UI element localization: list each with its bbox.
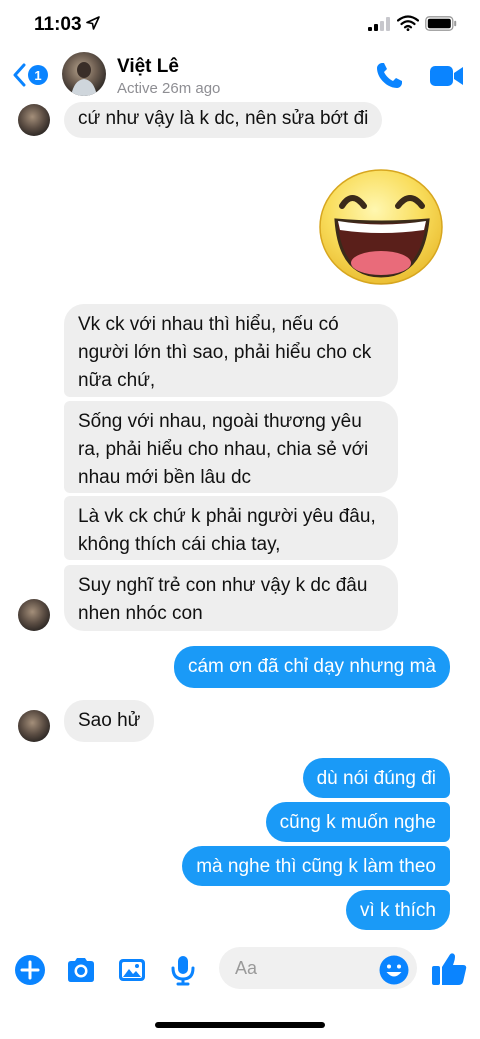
plus-icon[interactable] <box>14 954 46 986</box>
laughing-face-sticker[interactable] <box>318 168 444 286</box>
message-composer <box>0 944 480 996</box>
message-bubble-incoming[interactable]: Vk ck với nhau thì hiểu, nếu có người lớ… <box>64 304 398 397</box>
conversation-header: 1 Việt Lê Active 26m ago <box>0 46 480 104</box>
avatar-person-silhouette <box>71 62 97 96</box>
message-input[interactable] <box>235 955 375 981</box>
avatar[interactable] <box>62 52 106 96</box>
microphone-icon[interactable] <box>167 954 199 986</box>
status-bar: 11:03 <box>0 0 480 46</box>
message-bubble-incoming[interactable]: Suy nghĩ trẻ con như vậy k dc đâu nhen n… <box>64 565 398 631</box>
status-time: 11:03 <box>34 14 82 35</box>
message-bubble-incoming[interactable]: Sao hử <box>64 700 155 742</box>
camera-icon[interactable] <box>65 954 97 986</box>
location-arrow-icon <box>86 16 100 30</box>
thumbs-up-icon[interactable] <box>430 950 468 988</box>
home-indicator[interactable] <box>155 1022 325 1028</box>
avatar[interactable] <box>18 710 50 742</box>
photo-icon[interactable] <box>116 954 148 986</box>
message-bubble-outgoing[interactable]: cám ơn đã chỉ dạy nhưng mà <box>173 646 450 688</box>
emoji-icon[interactable] <box>378 954 410 986</box>
phone-icon[interactable] <box>373 60 405 92</box>
signal-icon <box>368 17 390 31</box>
message-bubble-outgoing[interactable]: cũng k muốn nghe <box>265 802 450 842</box>
message-bubble-incoming[interactable]: Là vk ck chứ k phải người yêu đâu, không… <box>64 496 398 560</box>
message-bubble-incoming[interactable]: Sống với nhau, ngoài thương yêu ra, phải… <box>64 401 398 493</box>
battery-icon <box>425 16 457 31</box>
message-bubble-incoming[interactable]: cứ như vậy là k dc, nên sửa bớt đi <box>64 102 383 138</box>
avatar[interactable] <box>18 599 50 631</box>
message-bubble-outgoing[interactable]: dù nói đúng đi <box>302 758 450 798</box>
contact-name[interactable]: Việt Lê <box>117 56 179 78</box>
message-bubble-outgoing[interactable]: vì k thích <box>345 890 450 930</box>
wifi-icon <box>397 15 419 31</box>
unread-badge: 1 <box>28 65 48 85</box>
active-status: Active 26m ago <box>117 80 221 97</box>
avatar[interactable] <box>18 104 50 136</box>
video-camera-icon[interactable] <box>429 62 465 90</box>
back-button[interactable]: 1 <box>12 60 52 90</box>
back-chevron-icon <box>13 63 26 87</box>
message-bubble-outgoing[interactable]: mà nghe thì cũng k làm theo <box>182 846 450 886</box>
